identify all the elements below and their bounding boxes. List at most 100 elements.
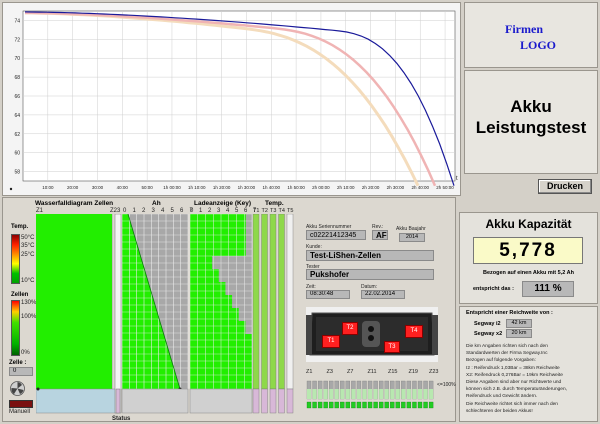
cell-led (406, 401, 412, 409)
discharge-curve-chart: 74 72 70 68 66 64 62 60 58 10:00 20:00 30:00 40:00 50… (9, 10, 458, 191)
cell-led (428, 401, 434, 409)
cell-led (367, 401, 373, 409)
range-note-line: Standardwerten der Firma Segway.Inc (466, 351, 548, 357)
cell-bar-fill (312, 389, 317, 399)
logo-text-line2: LOGO (520, 38, 557, 52)
cell-led (334, 401, 339, 409)
cell-led (345, 401, 350, 409)
cell-bar-tick-label: Z3 (326, 369, 333, 375)
y-tick-label: 66 (14, 94, 20, 100)
capacity-percent: 111 % (522, 281, 574, 297)
x-tick-label: 30:00 (92, 185, 104, 190)
cell-counter-label: Zelle : (9, 360, 27, 366)
range-note-line: schlechteren der beiden Akkus! (466, 408, 533, 414)
temp-column-base (278, 388, 285, 414)
cell-bar-fill (390, 389, 395, 399)
range-note-line: Die Reichweite richtet sich immer nach d… (466, 401, 558, 407)
temp-column-base (269, 388, 277, 414)
temp-scale-35: 35°C (21, 243, 35, 249)
customer-value: Test-LiShen-Zellen (306, 250, 434, 261)
cell-scale-130: 130% (21, 300, 37, 306)
cell-led (379, 401, 384, 409)
cell-bar-tick-label: Z7 (347, 369, 354, 375)
temp-scale-25: 25°C (21, 252, 35, 258)
waterfall-diagram (36, 214, 294, 414)
y-tick-label: 68 (14, 75, 20, 81)
temp-column-base (252, 388, 260, 414)
temp-legend-title: Temp. (11, 224, 29, 230)
waterfall-origin-marker (36, 387, 40, 391)
cell-led (417, 401, 423, 409)
battery-t1-label: T1 (322, 335, 340, 348)
y-tick-label: 70 (14, 56, 20, 62)
cell-bar-fill (345, 389, 350, 399)
cell-bar-fill (323, 389, 328, 399)
cell-scale-0: 0% (21, 350, 30, 356)
load-step (190, 295, 233, 308)
cell-bar-fill (412, 389, 417, 399)
cell-led (340, 401, 345, 409)
cell-led (329, 401, 334, 409)
capacity-title: Akku Kapazität (485, 217, 572, 231)
load-step (190, 321, 246, 334)
range-note-line: X2: Reifendruck 0,276Bar = 19km Reichwei… (466, 372, 563, 378)
cell-bar-fill (368, 389, 373, 399)
cell-led (351, 401, 356, 409)
capacity-panel: Akku Kapazität 5,778 Bezogen auf einen A… (459, 212, 598, 304)
discharge-chart-panel: 74 72 70 68 66 64 62 60 58 10:00 20:00 30:00 40:00 50… (2, 2, 461, 196)
origin-marker (9, 187, 13, 191)
range-panel: Entspricht einer Reichweite von : Segway… (459, 306, 598, 422)
load-step (190, 269, 219, 282)
fan-icon[interactable] (10, 381, 25, 396)
range-row-label-0: Segway i2 (474, 321, 501, 327)
cell-bar-fill (318, 389, 323, 399)
x-tick-label: 1h 40:00 (263, 185, 281, 190)
temp-column (252, 214, 260, 390)
y-tick-label: 72 (14, 37, 20, 43)
capacity-value: 5,778 (473, 237, 583, 264)
print-button[interactable]: Drucken (538, 179, 592, 194)
x-tick-label: 2h 10:00 (337, 185, 355, 190)
page-title-line1: Akku (510, 97, 552, 116)
cell-scale-100: 100% (21, 314, 37, 320)
cell-color-scale (11, 300, 20, 356)
load-title: Ladeanzeige (Key) (194, 200, 252, 207)
manual-indicator[interactable] (9, 400, 33, 408)
cell-led (412, 401, 417, 409)
range-row-value-1: 20 km (506, 329, 532, 338)
cell-bar-fill (384, 389, 389, 399)
cell-bar-fill (373, 389, 378, 399)
cell-led (373, 401, 378, 409)
cell-bar-fill (334, 389, 339, 399)
x-axis-end-label: t (456, 176, 458, 182)
cell-led (395, 401, 400, 409)
cell-led (362, 401, 367, 409)
rev-value: AF (372, 230, 388, 240)
range-note-line: Reifendruck und Gewicht ändern. (466, 394, 538, 400)
ah-title: Ah (152, 200, 161, 207)
load-bottom-area (189, 388, 253, 414)
company-logo-box: Firmen LOGO (464, 2, 598, 68)
serial-value: c02221412345 (306, 230, 366, 240)
cell-bar-fill (329, 389, 334, 399)
tester-value: Pukshofer (306, 269, 434, 280)
range-title: Entspricht einer Reichweite von : (466, 310, 553, 316)
cell-bar-fill (423, 389, 428, 399)
x-tick-label: 1h 50:00 (287, 185, 305, 190)
x-tick-label: 20:00 (67, 185, 79, 190)
range-note: Die km Angaben richten sich nach den Stan… (466, 343, 596, 415)
corresponds-label: entspricht das : (473, 286, 514, 292)
cell-bar-fill (429, 389, 434, 399)
temp-column (269, 214, 277, 390)
temp-column (278, 214, 285, 390)
waterfall-status-area (36, 388, 119, 414)
range-row-value-0: 42 km (506, 319, 532, 328)
cell-led (401, 401, 406, 409)
cell-led (356, 401, 362, 409)
y-tick-label: 62 (14, 132, 20, 138)
x-tick-label: 2h 20:00 (362, 185, 380, 190)
temp-columns-title: Temp. (265, 200, 284, 207)
cell-bar-tick-label: Z19 (408, 369, 418, 375)
cell-bar-fill (379, 389, 384, 399)
cell-bar-fill (362, 389, 367, 399)
